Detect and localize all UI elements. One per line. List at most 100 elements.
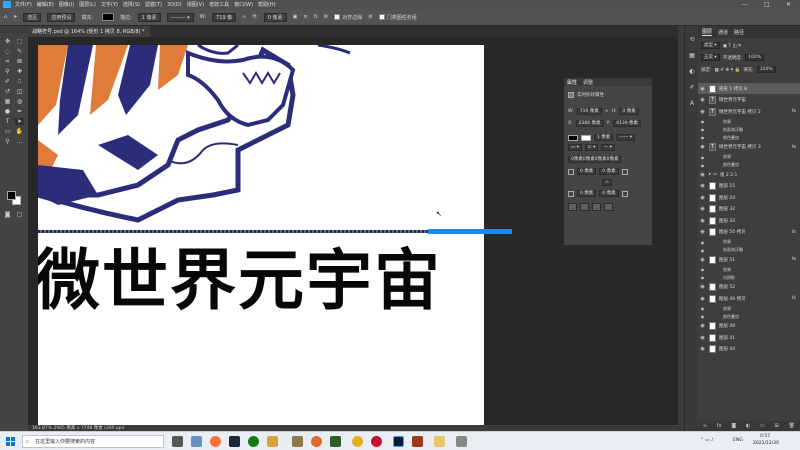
link-layers-icon[interactable]: ∞ <box>703 423 707 429</box>
eye-icon[interactable]: ◉ <box>698 275 707 280</box>
foreground-color-swatch[interactable] <box>7 191 16 200</box>
intersect-shape-button[interactable] <box>592 203 601 211</box>
eye-icon[interactable]: ◉ <box>698 206 707 212</box>
screen-mode-icon[interactable]: ▢ <box>15 211 24 218</box>
layer-group-row[interactable]: ◉ ▸ ▭ 组 2 2.1 <box>698 169 800 180</box>
stroke-style-select[interactable]: —— ▾ <box>616 134 635 141</box>
layer-row[interactable]: ◉ 图层 51 fx <box>698 254 800 265</box>
layer-row[interactable]: ◉ 图层 24 <box>698 192 800 203</box>
eye-icon[interactable]: ◉ <box>698 172 707 178</box>
height-field[interactable]: 0 像素 <box>263 12 287 22</box>
eye-icon[interactable]: ◉ <box>698 267 707 272</box>
fx-icon[interactable]: fx <box>792 230 796 235</box>
eye-icon[interactable]: ◉ <box>698 284 707 290</box>
illustrator-taskbar-icon[interactable] <box>412 436 423 447</box>
selection-highlight-bar[interactable] <box>428 229 512 234</box>
settings-icon[interactable]: ⚙ <box>368 14 372 20</box>
firefox-icon[interactable] <box>210 436 221 447</box>
layer-row[interactable]: ◉ T 微世界元宇宙 拷贝 3 fx <box>698 142 800 153</box>
layer-effect-item[interactable]: ◉ 斜面和浮雕 <box>698 126 800 134</box>
eyedropper-icon[interactable]: ⚲ <box>3 68 12 75</box>
layer-effect-item[interactable]: ◉ 效果 <box>698 266 800 274</box>
stamp-tool-icon[interactable]: ⎍ <box>15 78 24 85</box>
layer-row[interactable]: ◉ T 微世界元宇宙 拷贝 2 fx <box>698 106 800 117</box>
eye-icon[interactable]: ◉ <box>698 335 707 341</box>
fx-icon[interactable]: fx <box>717 423 722 429</box>
layer-row[interactable]: ◉ 图层 44 <box>698 344 800 355</box>
exclude-shape-button[interactable] <box>604 203 613 211</box>
document-tab[interactable]: 战略符号.psd @ 164% (矩形 1 拷贝 8, RGB/8) * <box>28 26 150 37</box>
home-icon[interactable]: ⌂ <box>4 14 7 20</box>
healing-brush-icon[interactable]: ✚ <box>15 68 24 75</box>
app-icon-4[interactable] <box>311 436 322 447</box>
eye-icon[interactable]: ◉ <box>698 306 707 311</box>
menu-window[interactable]: 窗口(W) <box>234 1 253 8</box>
blend-mode-select[interactable]: 正常 ▾ <box>701 54 720 61</box>
lasso-tool-icon[interactable]: ◌ <box>3 48 12 55</box>
windows-start-icon[interactable] <box>6 437 15 446</box>
stroke-width-field[interactable]: 1 像素 <box>594 134 614 141</box>
hand-tool-icon[interactable]: ✋ <box>15 128 24 135</box>
fx-icon[interactable]: fx <box>792 109 796 114</box>
quick-mask-icon[interactable]: ◙ <box>3 211 12 218</box>
app-icon-2[interactable] <box>267 436 278 447</box>
adjustment-layer-icon[interactable]: ◐ <box>746 423 750 429</box>
eye-icon[interactable]: ◉ <box>698 240 707 245</box>
maximize-button[interactable]: □ <box>764 1 770 8</box>
mask-icon[interactable]: ◙ <box>731 423 736 429</box>
type-tool-icon[interactable]: T <box>3 118 12 125</box>
path-ops-icon[interactable]: ▣ <box>293 14 298 20</box>
marquee-tool-icon[interactable]: ⬚ <box>15 38 24 45</box>
layer-row[interactable]: ◉ 图层 52 <box>698 282 800 293</box>
steam-icon[interactable] <box>229 436 240 447</box>
eye-icon[interactable]: ◉ <box>698 296 707 302</box>
group-icon[interactable]: ▭ <box>760 423 765 429</box>
brush-tool-icon[interactable]: ✐ <box>3 78 12 85</box>
path-select-icon[interactable]: ➤ <box>15 118 24 125</box>
eye-icon[interactable]: ◉ <box>698 314 707 319</box>
task-view-icon[interactable] <box>172 436 183 447</box>
layer-row[interactable]: ◉ 矩形 1 拷贝 8 <box>698 83 800 94</box>
pen-tool-icon[interactable]: ✒ <box>15 108 24 115</box>
selected-line-shape[interactable] <box>38 230 430 233</box>
stroke-width-field[interactable]: 1 像素 <box>137 12 161 22</box>
preset-select[interactable]: 应用预设 <box>47 12 76 22</box>
eraser-tool-icon[interactable]: ◫ <box>15 88 24 95</box>
trash-icon[interactable]: 🗑 <box>789 423 795 429</box>
layer-effect-item[interactable]: ◉ 内阴影 <box>698 274 800 282</box>
layer-row[interactable]: ◉ T 微世界元宇宙 <box>698 95 800 106</box>
shape-mode-select[interactable]: 选区 <box>23 12 42 22</box>
tab-properties[interactable]: 属性 <box>567 79 577 86</box>
tab-adjustments[interactable]: 调整 <box>583 79 593 86</box>
eye-icon[interactable]: ◉ <box>698 144 707 150</box>
layer-effect-item[interactable]: ◉ 效果 <box>698 118 800 126</box>
eye-icon[interactable]: ◉ <box>698 257 707 263</box>
menu-edit[interactable]: 编辑(E) <box>37 1 54 8</box>
layer-row[interactable]: ◉ 图层 48 <box>698 321 800 332</box>
app-icon-3[interactable] <box>292 436 303 447</box>
fx-icon[interactable]: fx <box>792 145 796 150</box>
close-button[interactable]: ✕ <box>786 1 791 8</box>
tab-layers[interactable]: 图层 <box>702 28 713 36</box>
link-icon[interactable]: ∞ <box>605 109 609 114</box>
swatches-icon[interactable]: ▦ <box>688 52 696 59</box>
fx-icon[interactable]: fx <box>792 257 796 262</box>
menu-file[interactable]: 文件(F) <box>15 1 32 8</box>
menu-plugins[interactable]: 增效工具 <box>209 1 229 8</box>
gear-icon[interactable]: ⚙ <box>324 14 328 20</box>
eye-icon[interactable]: ◉ <box>698 195 707 201</box>
link-icon[interactable]: ∞ <box>242 14 246 20</box>
dodge-tool-icon[interactable]: ● <box>3 108 12 115</box>
menu-layer[interactable]: 图层(L) <box>79 1 96 8</box>
eye-icon[interactable]: ◉ <box>698 218 707 224</box>
opacity-field[interactable]: 100% <box>745 54 765 61</box>
layer-effect-item[interactable]: ◉ 效果 <box>698 305 800 313</box>
move-tool-icon[interactable]: ➤ <box>13 14 17 20</box>
layer-row[interactable]: ◉ 图层 33 <box>698 215 800 226</box>
layer-effect-item[interactable]: ◉ 颜色叠加 <box>698 313 800 321</box>
clock-date[interactable]: 2021/12/30 <box>753 441 779 446</box>
eye-icon[interactable]: ◉ <box>698 155 707 160</box>
eye-icon[interactable]: ◉ <box>698 109 707 115</box>
path-arrange-icon[interactable]: ⇅ <box>314 14 318 20</box>
layer-row[interactable]: ◉ 图层 50 拷贝 fx <box>698 227 800 238</box>
